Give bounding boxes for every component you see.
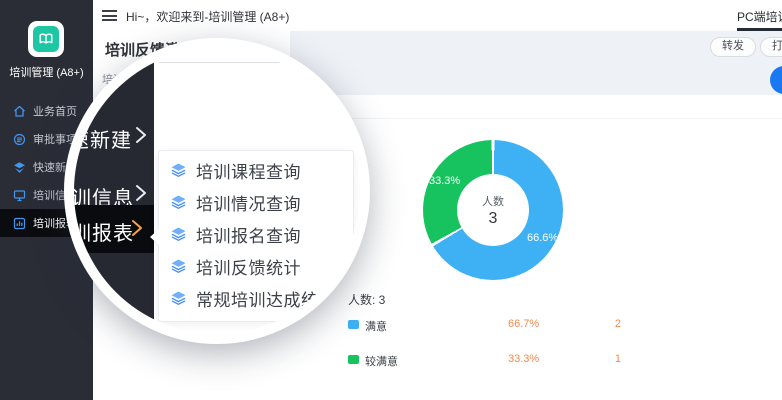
legend-row: 满意 66.7% 2 — [348, 317, 728, 343]
quick-create-icon — [13, 161, 26, 174]
layers-icon — [170, 162, 187, 179]
layers-icon — [170, 194, 187, 211]
approval-icon — [13, 133, 26, 146]
greeting-text: Hi~，欢迎来到-培训管理 (A8+) — [126, 8, 289, 25]
submenu-item-regular-stats[interactable]: 常规培训达成统计 — [159, 282, 353, 314]
submenu-item-signup-query[interactable]: 培训报名查询 — [159, 218, 353, 250]
legend-row: 较满意 33.3% 1 — [348, 352, 728, 378]
submenu-item-label: 培训反馈统计 — [196, 254, 301, 279]
submenu-panel: 培训课程查询 培训情况查询 培训报名查询 培训反馈统计 常规培训达成统计 — [158, 150, 354, 322]
sidebar-item-label: 业务首页 — [33, 103, 77, 119]
submenu-item-label: 培训报名查询 — [196, 222, 301, 247]
legend-label: 满意 — [365, 318, 387, 334]
home-icon — [13, 105, 26, 118]
legend-count: 1 — [593, 353, 621, 365]
chevron-right-icon-active — [130, 219, 144, 237]
legend-swatch-green — [348, 355, 359, 364]
magnified-item-training-report[interactable]: 培训报表 — [74, 205, 154, 253]
magnified-item-label: 快速新建 — [64, 124, 132, 153]
training-info-icon — [13, 189, 26, 202]
training-admin-app: 培训管理 (A8+) 业务首页 审批事项 快速新建 培训信息 培训报表 — [0, 0, 782, 400]
hamburger-icon[interactable] — [102, 10, 117, 21]
chevron-right-icon — [134, 184, 148, 202]
app-logo — [28, 21, 64, 57]
magnified-item-label: 培训报表 — [64, 217, 134, 246]
legend-header: 人数: 3 — [348, 291, 728, 308]
legend-percent: 33.3% — [508, 353, 539, 365]
submenu-item-feedback-stats[interactable]: 培训反馈统计 — [159, 250, 353, 282]
submenu-item-label: 培训情况查询 — [196, 190, 301, 215]
submenu-item-status-query[interactable]: 培训情况查询 — [159, 186, 353, 218]
submenu-item-label: 常规培训达成统计 — [196, 286, 336, 311]
magnified-item-quick-create[interactable]: 快速新建 — [74, 116, 154, 160]
forward-button[interactable]: 转发 — [710, 37, 756, 57]
panel-arrow — [150, 229, 159, 245]
submenu-item-course-query[interactable]: 培训课程查询 — [159, 154, 353, 186]
legend-percent: 66.7% — [508, 318, 539, 330]
donut-center-value: 3 — [489, 210, 498, 228]
legend-label: 较满意 — [365, 353, 398, 369]
magnifier-overlay: 快速新建 培训信息 培训报表 培训课程查询 培训情况查询 — [64, 38, 370, 344]
topbar: Hi~，欢迎来到-培训管理 (A8+) PC端培训管理 — [93, 0, 782, 32]
toolbar-band: 转发 打印 — [290, 31, 782, 95]
chart-legend: 人数: 3 满意 66.7% 2 较满意 33.3% 1 — [348, 291, 728, 378]
tab-pc-training[interactable]: PC端培训管理 — [737, 8, 782, 25]
chevron-right-icon — [134, 126, 148, 144]
print-button[interactable]: 打印 — [760, 37, 782, 57]
donut-chart: 33.3% 66.6% 人数 3 — [423, 140, 563, 280]
legend-count: 2 — [593, 318, 621, 330]
magnified-divider — [159, 62, 360, 63]
magnified-sidebar: 快速新建 培训信息 培训报表 — [74, 48, 154, 334]
training-report-icon — [13, 217, 26, 230]
card-divider — [343, 118, 782, 119]
layers-icon — [170, 226, 187, 243]
layers-icon — [170, 290, 187, 307]
donut-center-label: 人数 — [482, 193, 504, 209]
donut-center: 人数 3 — [423, 140, 563, 280]
layers-icon — [170, 258, 187, 275]
book-icon — [33, 26, 59, 52]
submenu-item-label: 培训课程查询 — [196, 158, 301, 183]
